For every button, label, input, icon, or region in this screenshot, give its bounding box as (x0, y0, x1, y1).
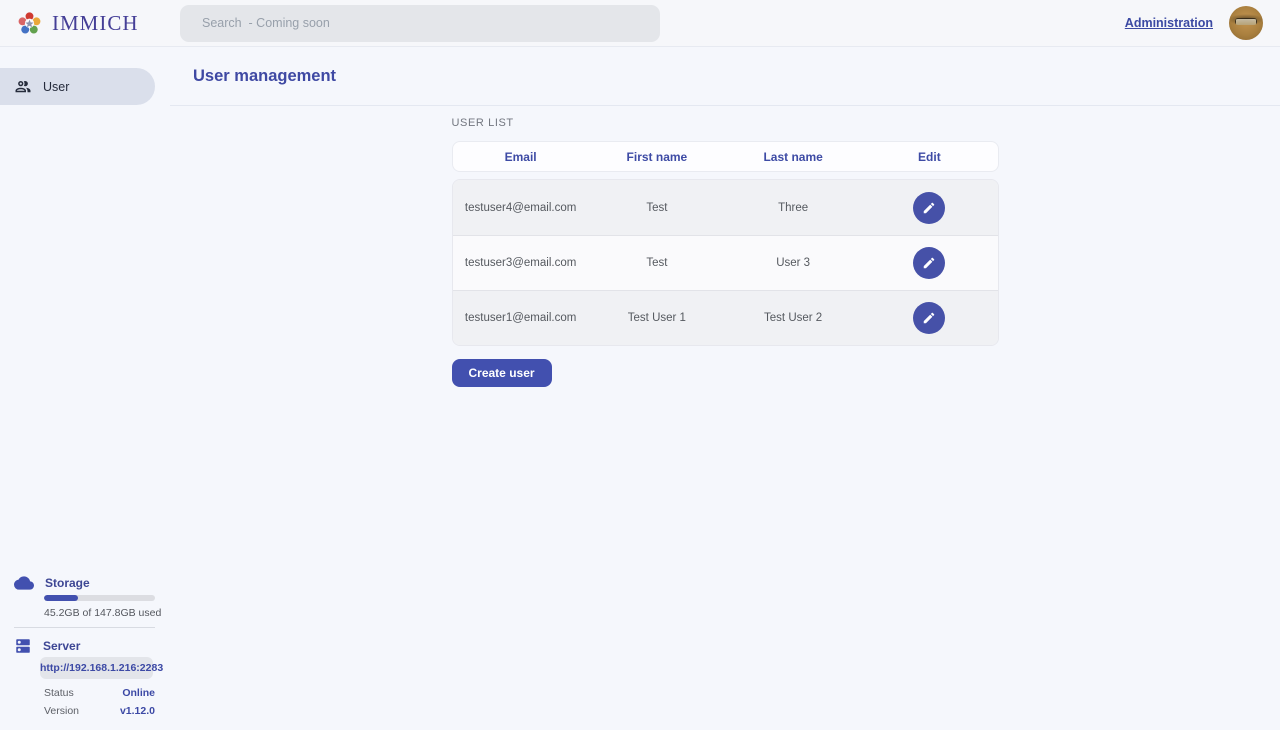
user-table-header: Email First name Last name Edit (452, 141, 999, 172)
column-header-edit: Edit (861, 150, 997, 164)
pencil-icon (922, 256, 936, 270)
immich-flower-icon (16, 10, 43, 37)
sidebar: User Storage 45.2GB of 147.8GB used Serv… (0, 47, 170, 730)
server-status-label: Status (44, 687, 74, 699)
sidebar-item-user-label: User (43, 80, 69, 94)
storage-progress-bar (44, 595, 155, 601)
column-header-lastname: Last name (725, 150, 861, 164)
user-avatar[interactable] (1229, 6, 1263, 40)
edit-user-button[interactable] (913, 247, 945, 279)
page-title: User management (193, 67, 336, 86)
search-input[interactable] (180, 5, 660, 42)
user-edit-cell (861, 247, 997, 279)
storage-progress-fill (44, 595, 78, 601)
app-header: IMMICH Administration (0, 0, 1280, 47)
sidebar-divider (14, 627, 155, 628)
user-lastname-cell: User 3 (725, 257, 861, 269)
cloud-icon (14, 573, 34, 593)
server-icon (14, 637, 32, 655)
user-table-row: testuser1@email.com Test User 1 Test Use… (453, 290, 998, 345)
user-list-label: USER LIST (452, 117, 999, 129)
create-user-button[interactable]: Create user (452, 359, 552, 387)
user-email-cell: testuser3@email.com (453, 257, 589, 269)
users-icon (14, 78, 32, 96)
edit-user-button[interactable] (913, 192, 945, 224)
server-version-label: Version (44, 705, 79, 717)
administration-link[interactable]: Administration (1125, 16, 1213, 30)
user-table: testuser4@email.com Test Three testuser3… (452, 179, 999, 346)
storage-usage-text: 45.2GB of 147.8GB used (44, 607, 155, 619)
immich-logo[interactable]: IMMICH (16, 10, 180, 37)
server-status-value: Online (122, 687, 155, 699)
user-edit-cell (861, 192, 997, 224)
user-firstname-cell: Test User 1 (589, 312, 725, 324)
pencil-icon (922, 311, 936, 325)
immich-logo-text: IMMICH (52, 11, 139, 36)
edit-user-button[interactable] (913, 302, 945, 334)
avatar-glasses-detail (1235, 18, 1257, 25)
server-version-value: v1.12.0 (120, 705, 155, 717)
page-title-bar: User management (170, 47, 1280, 106)
server-url: http://192.168.1.216:2283 (40, 657, 153, 679)
user-firstname-cell: Test (589, 257, 725, 269)
user-table-row: testuser4@email.com Test Three (453, 180, 998, 235)
user-firstname-cell: Test (589, 202, 725, 214)
user-lastname-cell: Three (725, 202, 861, 214)
storage-title: Storage (45, 576, 90, 590)
server-panel: Server http://192.168.1.216:2283 Status … (14, 637, 155, 717)
storage-panel: Storage 45.2GB of 147.8GB used (14, 574, 155, 619)
column-header-email: Email (453, 150, 589, 164)
user-edit-cell (861, 302, 997, 334)
main-content: User management USER LIST Email First na… (170, 47, 1280, 730)
user-table-row: testuser3@email.com Test User 3 (453, 235, 998, 290)
user-email-cell: testuser1@email.com (453, 312, 589, 324)
sidebar-item-user[interactable]: User (0, 68, 155, 105)
column-header-firstname: First name (589, 150, 725, 164)
user-lastname-cell: Test User 2 (725, 312, 861, 324)
server-title: Server (43, 639, 80, 653)
user-email-cell: testuser4@email.com (453, 202, 589, 214)
pencil-icon (922, 201, 936, 215)
